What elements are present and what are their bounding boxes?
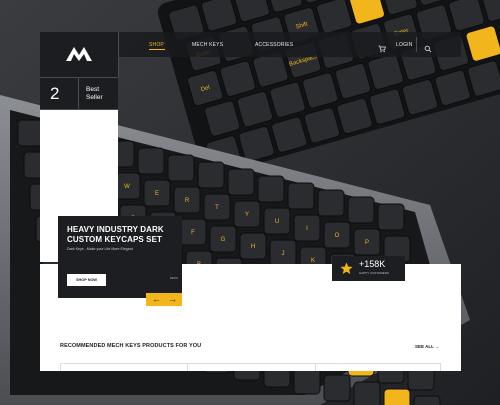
product-card-edge [440, 363, 441, 371]
best-seller-label-line1: Best [86, 86, 100, 93]
product-card-edge [60, 363, 61, 371]
active-tab-underline [149, 49, 165, 50]
landing-page-frame: SHOP MECH KEYS ACCESSORIES LOGIN 2 Best … [40, 32, 461, 371]
see-all-label: SEE ALL [415, 344, 434, 349]
hero-product-card: HEAVY INDUSTRY DARK CUSTOM KEYCAPS SET D… [58, 216, 182, 298]
shop-now-button[interactable]: SHOP NOW [67, 274, 106, 286]
slide-counter: 02/03 [170, 276, 178, 280]
nav-link-accessories[interactable]: ACCESSORIES [255, 42, 293, 48]
cart-icon[interactable] [378, 40, 386, 53]
keycap [293, 367, 321, 395]
best-seller-label-line2: Seller [86, 94, 103, 101]
best-seller-divider [78, 78, 79, 109]
happy-customers-stat: +158K HAPPY CUSTOMERS [332, 256, 405, 281]
best-seller-rank: 2 [50, 84, 60, 103]
star-icon [340, 262, 353, 275]
best-seller-label: Best Seller [86, 86, 103, 102]
see-all-link[interactable]: SEE ALL → [415, 344, 440, 349]
stat-value: +158K [359, 259, 386, 269]
hero-title: HEAVY INDUSTRY DARK CUSTOM KEYCAPS SET [67, 225, 164, 244]
keycap [323, 374, 351, 402]
arrow-left-icon[interactable]: ← [152, 294, 161, 304]
product-grid-top-border [60, 363, 440, 364]
best-seller-badge: 2 Best Seller [40, 77, 118, 110]
recommended-section-title: RECOMMENDED MECH KEYS PRODUCTS FOR YOU [60, 343, 202, 349]
login-link[interactable]: LOGIN [396, 42, 413, 48]
hero-subtitle: Dark Keys - Make your Life More Elegant [67, 247, 133, 251]
slider-arrows: ← → [146, 293, 182, 306]
product-card-edge [187, 363, 188, 371]
product-card-edge [315, 363, 316, 371]
logo-m-icon [66, 45, 92, 62]
nav-link-shop[interactable]: SHOP [149, 42, 164, 48]
brand-logo-box[interactable] [40, 32, 119, 77]
keycap [413, 395, 441, 405]
arrow-right-icon: → [435, 344, 440, 349]
keycap [383, 388, 411, 405]
nav-link-mech-keys[interactable]: MECH KEYS [192, 42, 223, 48]
arrow-right-icon[interactable]: → [168, 294, 177, 304]
nav-divider [416, 37, 417, 52]
stat-label: HAPPY CUSTOMERS [359, 271, 390, 275]
search-icon[interactable] [424, 40, 432, 53]
keycap [353, 381, 381, 405]
